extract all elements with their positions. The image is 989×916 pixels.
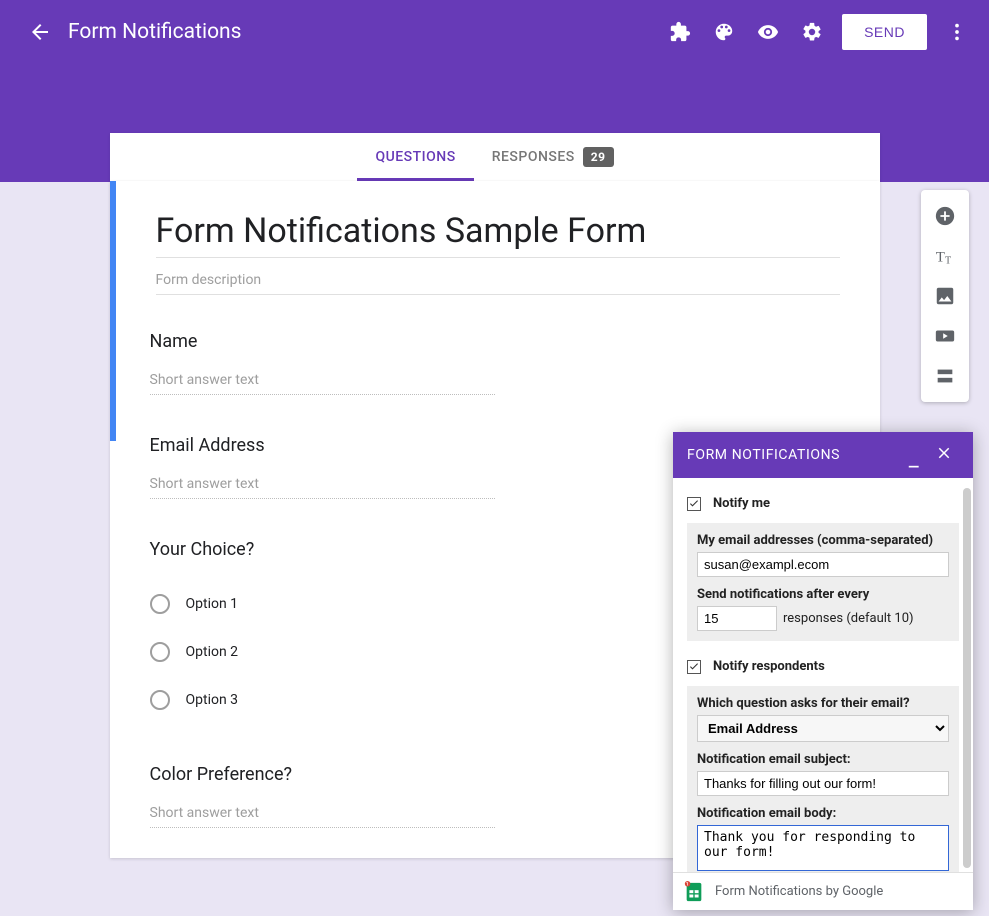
addon-footer: 1 Form Notifications by Google: [673, 872, 973, 910]
app-header: Form Notifications SEND: [0, 0, 989, 64]
subject-input[interactable]: [697, 771, 949, 796]
theme-icon[interactable]: [702, 10, 746, 54]
addon-header: FORM NOTIFICATIONS _: [673, 432, 973, 478]
addon-panel: FORM NOTIFICATIONS _ Notify me My email …: [673, 432, 973, 910]
send-button[interactable]: SEND: [842, 14, 927, 50]
frequency-input[interactable]: [697, 606, 777, 631]
frequency-label: Send notifications after every: [697, 587, 949, 602]
preview-icon[interactable]: [746, 10, 790, 54]
form-description[interactable]: Form description: [156, 258, 840, 295]
option-label: Option 1: [186, 596, 239, 612]
short-answer-placeholder: Short answer text: [150, 805, 495, 828]
notify-me-row[interactable]: Notify me: [687, 488, 959, 519]
form-title[interactable]: Form Notifications Sample Form: [156, 211, 840, 258]
svg-text:T: T: [936, 250, 945, 266]
radio-icon: [150, 690, 170, 710]
notify-me-label: Notify me: [713, 496, 770, 511]
active-section-indicator: [110, 181, 116, 441]
tab-questions[interactable]: QUESTIONS: [357, 133, 473, 181]
tabs-bar: QUESTIONS RESPONSES 29: [110, 133, 880, 181]
floating-toolbar: TT: [921, 190, 969, 402]
add-video-icon[interactable]: [925, 316, 965, 356]
notify-respondents-row[interactable]: Notify respondents: [687, 651, 959, 682]
add-question-icon[interactable]: [925, 196, 965, 236]
notify-respondents-label: Notify respondents: [713, 659, 825, 674]
checkbox-checked-icon[interactable]: [687, 497, 701, 511]
question-block[interactable]: Name Short answer text: [110, 305, 880, 409]
add-title-icon[interactable]: TT: [925, 236, 965, 276]
sheets-icon: 1: [683, 881, 705, 903]
option-label: Option 3: [186, 692, 239, 708]
settings-icon[interactable]: [790, 10, 834, 54]
body-textarea[interactable]: [697, 825, 949, 871]
body-label: Notification email body:: [697, 806, 949, 821]
tab-responses-label: RESPONSES: [492, 149, 575, 165]
add-image-icon[interactable]: [925, 276, 965, 316]
frequency-suffix: responses (default 10): [783, 611, 914, 626]
short-answer-placeholder: Short answer text: [150, 372, 495, 395]
which-question-select[interactable]: Email Address: [697, 715, 949, 742]
which-question-label: Which question asks for their email?: [697, 696, 949, 711]
short-answer-placeholder: Short answer text: [150, 476, 495, 499]
scrollbar[interactable]: [963, 488, 971, 868]
addon-footer-text: Form Notifications by Google: [715, 884, 883, 899]
email-input[interactable]: [697, 552, 949, 577]
notify-me-settings: My email addresses (comma-separated) Sen…: [687, 523, 959, 641]
document-title[interactable]: Form Notifications: [68, 20, 242, 44]
responses-count-badge: 29: [583, 147, 614, 167]
tab-responses[interactable]: RESPONSES 29: [474, 133, 632, 181]
radio-icon: [150, 642, 170, 662]
back-arrow-icon[interactable]: [20, 12, 60, 52]
svg-text:T: T: [945, 255, 951, 266]
question-title: Name: [150, 331, 840, 352]
email-label: My email addresses (comma-separated): [697, 533, 949, 548]
addon-title: FORM NOTIFICATIONS: [687, 447, 899, 463]
addon-body: Notify me My email addresses (comma-sepa…: [673, 478, 973, 872]
minimize-icon[interactable]: _: [899, 445, 929, 465]
svg-text:1: 1: [686, 881, 689, 887]
option-label: Option 2: [186, 644, 239, 660]
more-icon[interactable]: [935, 10, 979, 54]
add-section-icon[interactable]: [925, 356, 965, 396]
subject-label: Notification email subject:: [697, 752, 949, 767]
close-icon[interactable]: [929, 444, 959, 466]
radio-icon: [150, 594, 170, 614]
notify-respondents-settings: Which question asks for their email? Ema…: [687, 686, 959, 872]
checkbox-checked-icon[interactable]: [687, 660, 701, 674]
addons-icon[interactable]: [658, 10, 702, 54]
